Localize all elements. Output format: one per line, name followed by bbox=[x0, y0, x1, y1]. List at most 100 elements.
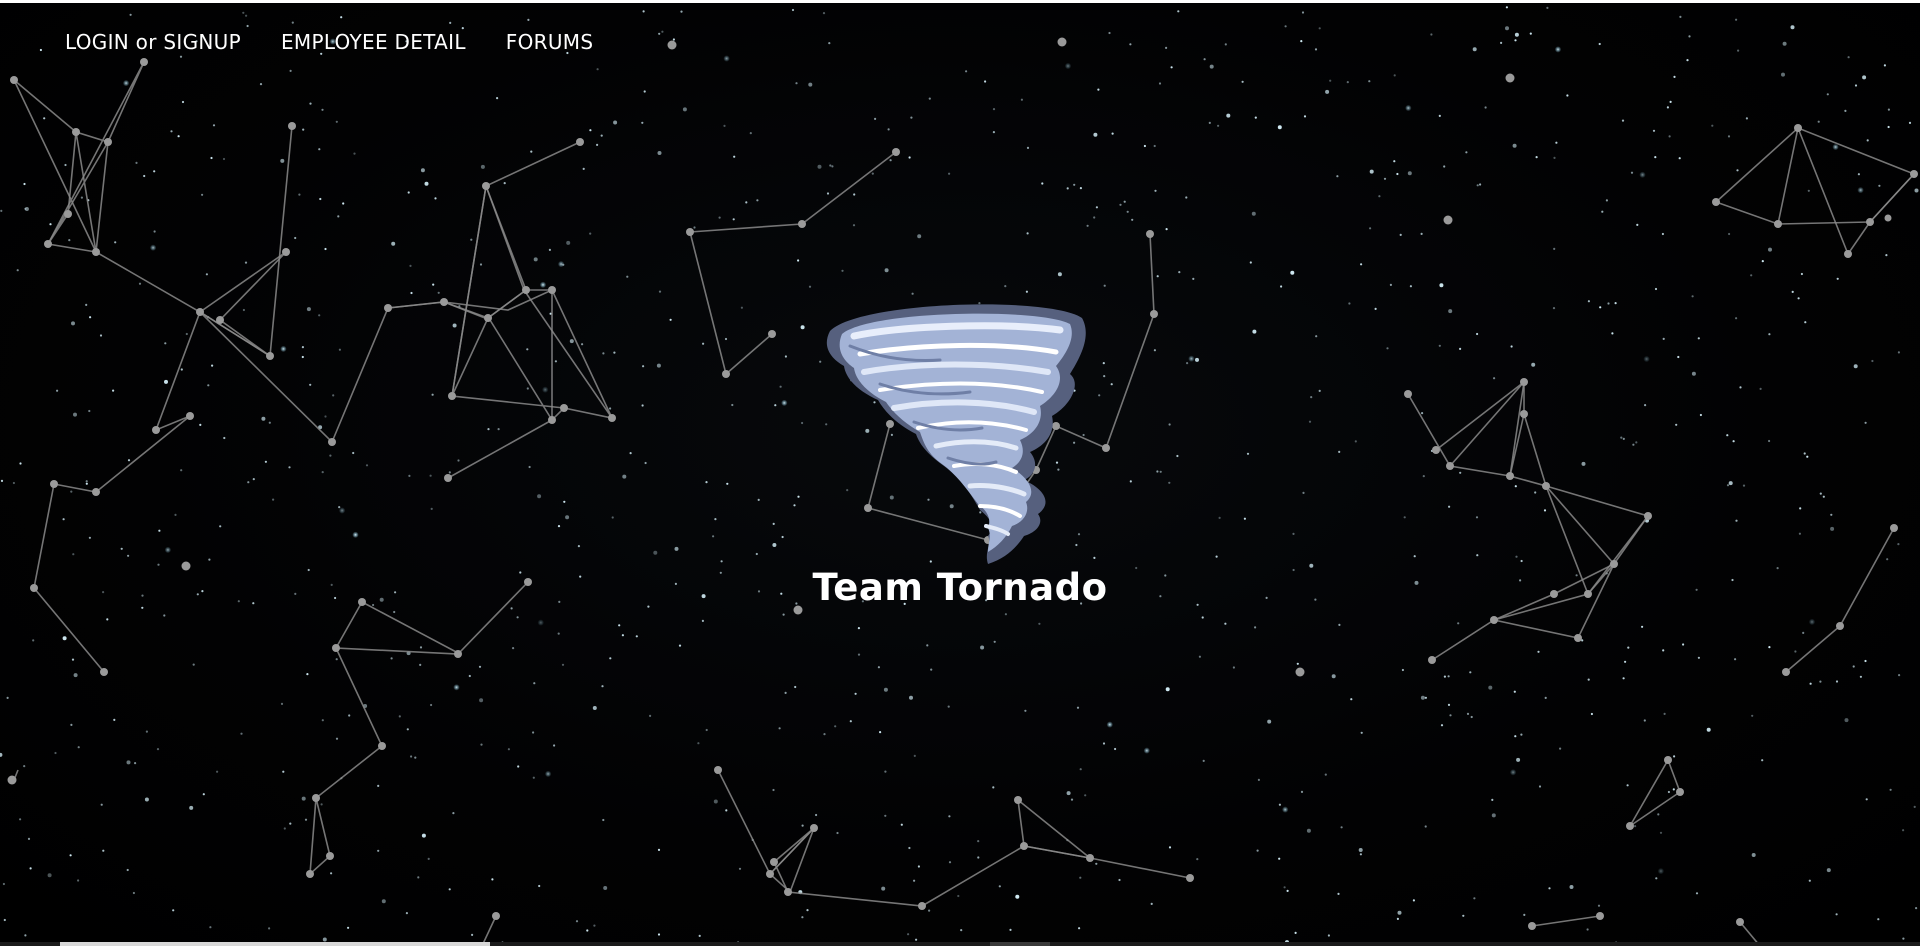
main-navigation: LOGIN or SIGNUP EMPLOYEE DETAIL FORUMS bbox=[65, 30, 593, 54]
star bbox=[928, 909, 931, 912]
star bbox=[156, 748, 160, 751]
star bbox=[823, 733, 826, 736]
star bbox=[321, 471, 324, 474]
star bbox=[49, 223, 52, 226]
star bbox=[1369, 169, 1374, 174]
star bbox=[1015, 894, 1020, 899]
star bbox=[56, 389, 59, 392]
star bbox=[1026, 146, 1030, 149]
star bbox=[309, 102, 312, 105]
star bbox=[1302, 491, 1305, 494]
star bbox=[1636, 223, 1639, 226]
star bbox=[164, 546, 172, 554]
star bbox=[1424, 825, 1427, 828]
star bbox=[1154, 189, 1157, 192]
nav-forums-link[interactable]: FORUMS bbox=[506, 30, 594, 54]
star bbox=[1627, 646, 1630, 649]
star bbox=[913, 754, 916, 758]
star bbox=[1902, 937, 1905, 940]
star bbox=[532, 776, 535, 779]
star bbox=[1447, 675, 1450, 678]
star bbox=[1338, 623, 1341, 627]
star bbox=[180, 469, 183, 472]
nav-login-signup-link[interactable]: LOGIN or SIGNUP bbox=[65, 30, 241, 54]
star bbox=[1106, 721, 1114, 728]
star bbox=[1657, 813, 1660, 816]
star bbox=[720, 560, 723, 563]
star bbox=[1817, 120, 1820, 123]
star bbox=[301, 796, 306, 801]
star bbox=[1622, 677, 1625, 680]
star bbox=[1252, 329, 1257, 334]
star bbox=[1587, 678, 1590, 681]
star bbox=[1358, 848, 1363, 852]
star bbox=[205, 273, 208, 276]
star bbox=[1196, 858, 1199, 861]
star bbox=[801, 824, 804, 827]
star bbox=[1278, 803, 1281, 806]
star bbox=[527, 18, 530, 21]
star bbox=[884, 770, 887, 773]
star bbox=[259, 83, 263, 86]
star bbox=[1742, 484, 1746, 487]
nav-employee-detail-link[interactable]: EMPLOYEE DETAIL bbox=[281, 30, 466, 54]
star bbox=[158, 529, 161, 532]
star bbox=[1857, 173, 1860, 176]
star bbox=[1165, 687, 1170, 692]
star bbox=[1797, 297, 1800, 300]
star bbox=[1512, 143, 1517, 148]
star bbox=[629, 452, 632, 455]
star bbox=[1611, 332, 1614, 335]
star bbox=[1176, 454, 1179, 458]
star bbox=[831, 165, 834, 168]
star bbox=[1218, 516, 1221, 520]
star bbox=[884, 268, 889, 273]
star bbox=[1165, 228, 1168, 231]
star bbox=[153, 230, 156, 233]
star bbox=[216, 770, 219, 773]
star bbox=[19, 462, 22, 465]
star bbox=[1476, 332, 1479, 336]
star bbox=[304, 818, 308, 821]
star bbox=[586, 929, 589, 932]
star bbox=[497, 428, 500, 431]
star bbox=[1188, 355, 1195, 362]
star bbox=[1156, 275, 1159, 278]
star bbox=[613, 120, 618, 125]
star bbox=[174, 513, 177, 517]
star bbox=[1232, 666, 1235, 669]
star bbox=[145, 730, 148, 733]
star bbox=[1826, 868, 1831, 873]
star bbox=[212, 124, 216, 127]
star bbox=[561, 663, 565, 666]
star bbox=[1488, 685, 1493, 690]
star bbox=[1421, 412, 1424, 415]
star bbox=[1286, 889, 1289, 893]
top-border bbox=[0, 0, 1920, 3]
star bbox=[478, 665, 482, 668]
star bbox=[1897, 351, 1900, 354]
star bbox=[164, 342, 167, 345]
star bbox=[755, 552, 758, 556]
star bbox=[609, 407, 612, 410]
horizontal-scrollbar-thumb[interactable] bbox=[60, 942, 490, 946]
star bbox=[1165, 46, 1168, 50]
star bbox=[642, 10, 645, 13]
star bbox=[324, 247, 327, 251]
star bbox=[1108, 31, 1111, 35]
star bbox=[242, 308, 245, 312]
star bbox=[849, 720, 852, 723]
star bbox=[479, 263, 483, 266]
star bbox=[2, 882, 5, 886]
star bbox=[1505, 26, 1509, 31]
star bbox=[1224, 622, 1227, 625]
star bbox=[836, 831, 839, 835]
star bbox=[73, 673, 78, 678]
star bbox=[913, 879, 916, 882]
star bbox=[1057, 272, 1062, 277]
star bbox=[593, 924, 596, 927]
star bbox=[1898, 674, 1901, 677]
star bbox=[1514, 32, 1519, 37]
star bbox=[517, 765, 520, 768]
star bbox=[129, 13, 132, 16]
